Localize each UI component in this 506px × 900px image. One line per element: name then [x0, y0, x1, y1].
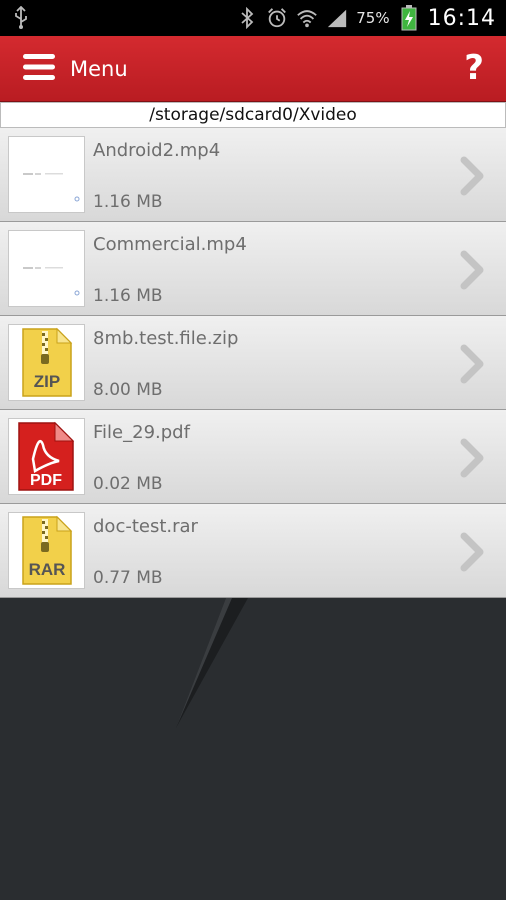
alarm-icon [266, 7, 288, 29]
battery-percent: 75% [356, 9, 390, 27]
file-row[interactable]: Android2.mp4 1.16 MB [0, 128, 506, 222]
hamburger-icon [22, 52, 56, 86]
file-name: File_29.pdf [93, 422, 190, 443]
file-row[interactable]: PDF File_29.pdf 0.02 MB [0, 410, 506, 504]
background-texture [176, 598, 248, 728]
file-name: 8mb.test.file.zip [93, 328, 239, 349]
signal-icon [326, 7, 348, 29]
file-size: 1.16 MB [93, 192, 163, 212]
chevron-right-icon [460, 438, 484, 478]
app-header: Menu ? [0, 36, 506, 102]
video-thumbnail [8, 136, 85, 213]
rar-file-icon: RAR [8, 512, 85, 589]
chevron-right-icon [460, 532, 484, 572]
file-list: Android2.mp4 1.16 MB Commercial.mp4 1.16… [0, 128, 506, 598]
svg-text:RAR: RAR [29, 560, 66, 579]
chevron-right-icon [460, 344, 484, 384]
file-name: Commercial.mp4 [93, 234, 247, 255]
file-size: 8.00 MB [93, 380, 163, 400]
file-size: 0.02 MB [93, 474, 163, 494]
file-row[interactable]: Commercial.mp4 1.16 MB [0, 222, 506, 316]
zip-file-icon: ZIP [8, 324, 85, 401]
status-bar: 75% 16:14 [0, 0, 506, 36]
file-size: 1.16 MB [93, 286, 163, 306]
current-path: /storage/sdcard0/Xvideo [0, 102, 506, 128]
wifi-icon [296, 7, 318, 29]
video-thumbnail [8, 230, 85, 307]
chevron-right-icon [460, 156, 484, 196]
chevron-right-icon [460, 250, 484, 290]
svg-text:PDF: PDF [30, 472, 62, 489]
bluetooth-icon [236, 7, 258, 29]
file-row[interactable]: RAR doc-test.rar 0.77 MB [0, 504, 506, 598]
file-name: doc-test.rar [93, 516, 198, 537]
svg-text:ZIP: ZIP [34, 372, 60, 391]
file-row[interactable]: ZIP 8mb.test.file.zip 8.00 MB [0, 316, 506, 410]
help-button[interactable]: ? [464, 48, 484, 88]
file-name: Android2.mp4 [93, 140, 221, 161]
menu-button[interactable]: Menu [22, 52, 128, 86]
clock: 16:14 [427, 5, 496, 31]
pdf-file-icon: PDF [8, 418, 85, 495]
menu-label: Menu [70, 56, 128, 81]
file-size: 0.77 MB [93, 568, 163, 588]
battery-charging-icon [398, 5, 420, 31]
usb-icon [10, 6, 32, 29]
